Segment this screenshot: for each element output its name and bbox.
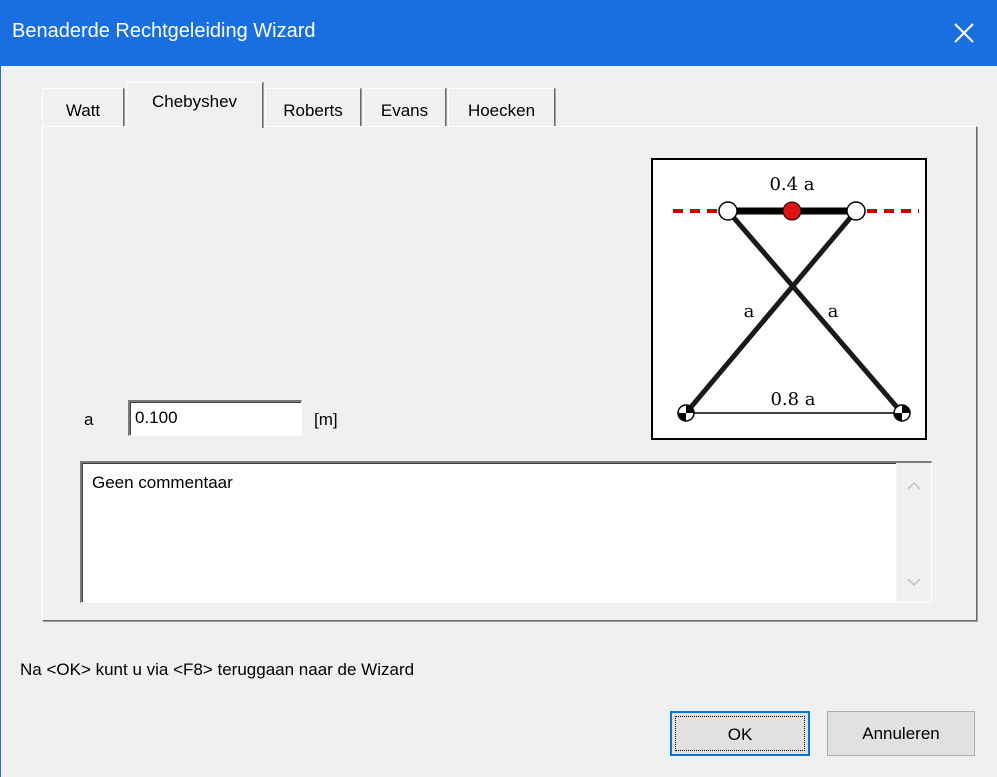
tab-label: Chebyshev	[151, 92, 238, 111]
comment-textarea[interactable]: Geen commentaar	[80, 461, 932, 603]
ok-button-label: OK	[727, 725, 753, 744]
window-border	[0, 66, 1, 777]
chevron-down-icon[interactable]	[906, 577, 922, 587]
wizard-dialog: Benaderde Rechtgeleiding Wizard Watt Che…	[0, 0, 997, 777]
label-ground-length: 0.8 a	[770, 389, 815, 410]
tab-roberts[interactable]: Roberts	[265, 88, 361, 127]
chevron-up-icon[interactable]	[906, 481, 922, 491]
tab-label: Roberts	[283, 101, 343, 120]
tab-chebyshev[interactable]: Chebyshev	[126, 82, 263, 128]
chebyshev-linkage-svg: 0.4 a a a 0.8 a	[673, 174, 919, 422]
comment-scrollbar[interactable]	[896, 463, 931, 602]
param-a-value: 0.100	[135, 408, 178, 427]
tab-label: Watt	[65, 101, 101, 120]
cancel-button-label: Annuleren	[862, 724, 940, 743]
hint-text: Na <OK> kunt u via <F8> teruggaan naar d…	[20, 660, 415, 679]
param-a-input[interactable]: 0.100	[128, 400, 302, 436]
tracer-point	[782, 201, 802, 221]
tab-label: Hoecken	[467, 101, 536, 120]
linkage-diagram: 0.4 a a a 0.8 a	[651, 158, 927, 440]
cancel-button[interactable]: Annuleren	[827, 711, 975, 756]
close-icon	[954, 23, 974, 43]
joint-left	[718, 201, 738, 221]
ok-button[interactable]: OK	[670, 711, 810, 756]
param-a-unit: [m]	[314, 410, 338, 429]
label-right-link: a	[828, 301, 839, 322]
label-coupler-length: 0.4 a	[769, 174, 814, 195]
tab-evans[interactable]: Evans	[363, 88, 446, 127]
tab-strip: Watt Chebyshev Roberts Evans Hoecken	[42, 80, 942, 128]
tab-label: Evans	[380, 101, 429, 120]
param-a-label: a	[84, 410, 94, 429]
title-bar[interactable]: Benaderde Rechtgeleiding Wizard	[0, 0, 997, 66]
comment-text: Geen commentaar	[92, 473, 233, 492]
label-left-link: a	[744, 301, 755, 322]
tab-hoecken[interactable]: Hoecken	[448, 88, 555, 127]
tab-watt[interactable]: Watt	[42, 88, 124, 127]
window-title: Benaderde Rechtgeleiding Wizard	[12, 20, 316, 42]
ground-pivot-left	[677, 404, 695, 422]
close-button[interactable]	[931, 0, 997, 66]
joint-right	[846, 201, 866, 221]
ground-pivot-right	[893, 404, 911, 422]
